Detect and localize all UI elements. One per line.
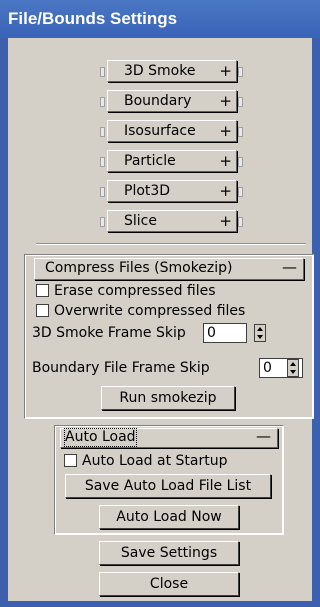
checkbox-box[interactable] [64,454,77,467]
run-smokezip-button[interactable]: Run smokezip [101,386,235,410]
rollout-label: Isosurface [124,123,196,139]
rollout-handle-left [100,97,105,107]
rollout-handle-left [100,187,105,197]
checkbox-label: Erase compressed files [54,283,216,299]
save-autoload-list-button[interactable]: Save Auto Load File List [65,474,271,498]
rollout-handle-right [238,67,243,77]
separator [36,243,306,245]
rollout-handle-left [100,67,105,77]
checkbox-label: Overwrite compressed files [54,303,246,319]
rollout-handle-left [100,157,105,167]
expand-icon: + [219,62,232,80]
smoke-frame-skip-label: 3D Smoke Frame Skip [32,325,186,341]
boundary-frame-skip-spinner[interactable] [287,359,299,377]
window-title: File/Bounds Settings [0,0,320,38]
rollout-handle-right [238,187,243,197]
rollout-particle[interactable]: Particle + [107,150,237,172]
rollout-label: Slice [124,213,157,229]
expand-icon: + [219,182,232,200]
close-button[interactable]: Close [99,572,239,596]
expand-icon: + [219,122,232,140]
rollout-slice[interactable]: Slice + [107,210,237,232]
checkbox-box[interactable] [36,304,49,317]
rollout-handle-right [238,97,243,107]
settings-window: File/Bounds Settings 3D Smoke + Boundary… [0,0,320,607]
checkbox-label: Auto Load at Startup [82,453,228,469]
boundary-frame-skip-label: Boundary File Frame Skip [32,360,210,376]
smoke-frame-skip-input[interactable]: 0 [203,323,247,343]
overwrite-compressed-checkbox[interactable]: Overwrite compressed files [36,302,286,320]
window-frame-bottom [0,601,320,607]
rollout-label: Plot3D [124,183,171,199]
rollout-label: Boundary [124,93,192,109]
expand-icon: + [219,212,232,230]
collapse-icon: — [256,427,271,445]
rollout-isosurface[interactable]: Isosurface + [107,120,237,142]
rollout-label: Particle [124,153,176,169]
erase-compressed-checkbox[interactable]: Erase compressed files [36,282,276,300]
rollout-handle-right [238,157,243,167]
compress-header[interactable]: Compress Files (Smokezip) — [34,258,304,280]
autoload-startup-checkbox[interactable]: Auto Load at Startup [64,452,264,470]
expand-icon: + [219,92,232,110]
checkbox-box[interactable] [36,284,49,297]
autoload-now-button[interactable]: Auto Load Now [99,505,239,529]
smoke-frame-skip-spinner[interactable] [254,324,266,342]
expand-icon: + [219,152,232,170]
rollout-handle-right [238,217,243,227]
autoload-header[interactable]: Auto Load — [60,428,278,448]
rollout-handle-right [238,127,243,137]
rollout-boundary[interactable]: Boundary + [107,90,237,112]
save-settings-button[interactable]: Save Settings [99,541,239,565]
collapse-icon: — [282,258,297,276]
rollout-handle-left [100,127,105,137]
rollout-3d-smoke[interactable]: 3D Smoke + [107,60,237,82]
compress-header-label: Compress Files (Smokezip) [45,260,233,276]
autoload-header-label: Auto Load [64,428,137,447]
rollout-handle-left [100,217,105,227]
rollout-plot3d[interactable]: Plot3D + [107,180,237,202]
rollout-label: 3D Smoke [124,63,196,79]
